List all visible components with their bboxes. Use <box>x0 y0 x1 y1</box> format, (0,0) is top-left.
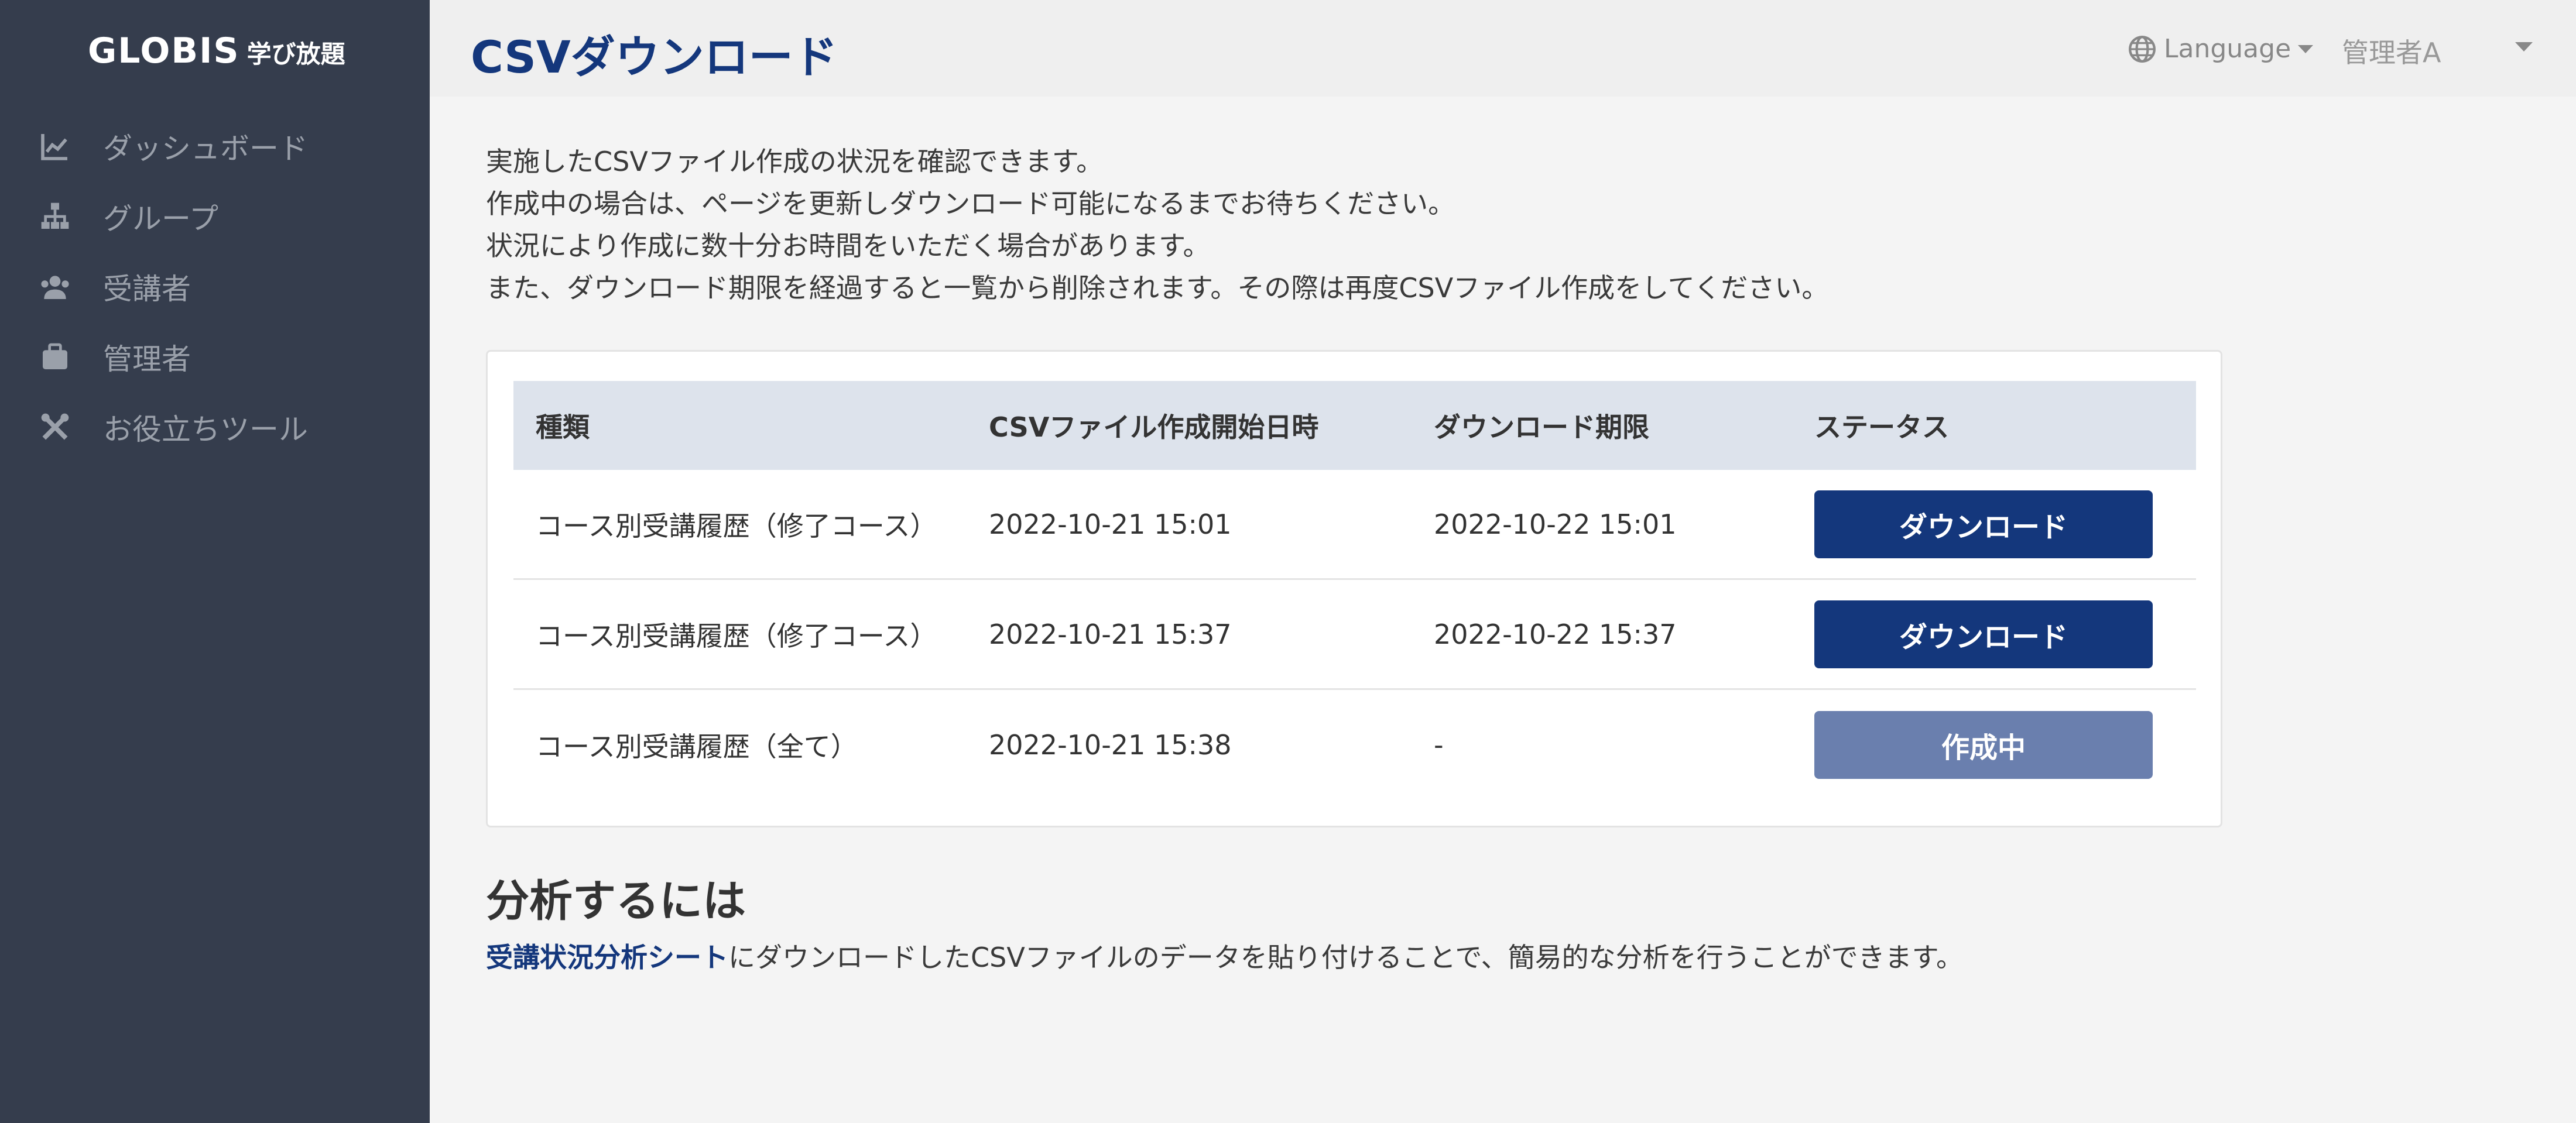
language-label: Language <box>2164 34 2291 64</box>
language-dropdown[interactable]: Language <box>2128 34 2314 64</box>
column-header-expires: ダウンロード期限 <box>1434 411 1649 443</box>
sidebar-item-learners[interactable]: 受講者 <box>0 252 430 322</box>
cell-created: 2022-10-21 15:01 <box>989 508 1232 540</box>
intro-line: 作成中の場合は、ページを更新しダウンロード可能になるまでお待ちください。 <box>486 188 1455 219</box>
csv-table: 種類 CSVファイル作成開始日時 ダウンロード期限 ステータス コース別受講履歴… <box>513 381 2196 800</box>
sidebar-item-admins[interactable]: 管理者 <box>0 322 430 392</box>
user-menu-label[interactable]: 管理者A <box>2342 32 2441 70</box>
sidebar: GLOBIS 学び放題 ダッシュボード グループ 受講者 管理者 お役立ちツール <box>0 0 430 1123</box>
sidebar-item-label: グループ <box>103 202 218 236</box>
analysis-text: にダウンロードしたCSVファイルのデータを貼り付けることで、簡易的な分析を行うこ… <box>728 942 1963 973</box>
brand-sub: 学び放題 <box>246 40 345 68</box>
cell-created: 2022-10-21 15:37 <box>989 618 1232 650</box>
cell-expires: - <box>1434 729 1444 761</box>
intro-line: また、ダウンロード期限を経過すると一覧から削除されます。その際は再度CSVファイ… <box>486 272 1829 304</box>
sitemap-icon <box>39 200 71 233</box>
table-row: コース別受講履歴（全て） 2022-10-21 15:38 - 作成中 <box>513 690 2196 800</box>
csv-list-card: 種類 CSVファイル作成開始日時 ダウンロード期限 ステータス コース別受講履歴… <box>486 350 2222 827</box>
cell-type: コース別受講履歴（修了コース） <box>536 510 937 542</box>
globe-icon <box>2129 35 2156 63</box>
intro-line: 状況により作成に数十分お時間をいただく場合があります。 <box>486 230 1210 262</box>
intro-line: 実施したCSVファイル作成の状況を確認できます。 <box>486 146 1104 177</box>
download-button[interactable]: ダウンロード <box>1814 600 2153 668</box>
download-button[interactable]: ダウンロード <box>1814 490 2153 558</box>
table-header-row: 種類 CSVファイル作成開始日時 ダウンロード期限 ステータス <box>513 381 2196 470</box>
table-row: コース別受講履歴（修了コース） 2022-10-21 15:37 2022-10… <box>513 580 2196 690</box>
cell-type: コース別受講履歴（全て） <box>536 731 858 763</box>
briefcase-icon <box>39 341 71 373</box>
sidebar-item-group[interactable]: グループ <box>0 181 430 252</box>
table-row: コース別受講履歴（修了コース） 2022-10-21 15:01 2022-10… <box>513 470 2196 580</box>
sidebar-nav: ダッシュボード グループ 受講者 管理者 お役立ちツール <box>0 111 430 462</box>
sidebar-item-label: 受講者 <box>103 272 191 306</box>
analysis-sheet-link[interactable]: 受講状況分析シート <box>486 942 728 973</box>
column-header-type: 種類 <box>536 411 590 443</box>
cell-created: 2022-10-21 15:38 <box>989 729 1232 761</box>
sidebar-item-label: お役立ちツール <box>103 413 308 447</box>
analysis-description: 受講状況分析シートにダウンロードしたCSVファイルのデータを貼り付けることで、簡… <box>486 936 1963 975</box>
cell-expires: 2022-10-22 15:01 <box>1434 508 1677 540</box>
chevron-down-icon <box>2298 44 2314 53</box>
analysis-title: 分析するには <box>486 876 746 926</box>
intro-text: 実施したCSVファイル作成の状況を確認できます。 作成中の場合は、ページを更新し… <box>486 140 2359 309</box>
sidebar-item-label: ダッシュボード <box>103 132 308 166</box>
top-header: CSVダウンロード Language 管理者A <box>430 0 2576 97</box>
sidebar-item-dashboard[interactable]: ダッシュボード <box>0 111 430 181</box>
sidebar-item-tools[interactable]: お役立ちツール <box>0 392 430 462</box>
chart-line-icon <box>39 130 71 163</box>
creating-status-button: 作成中 <box>1814 711 2153 779</box>
column-header-created: CSVファイル作成開始日時 <box>989 411 1319 443</box>
column-header-status: ステータス <box>1814 411 1949 443</box>
sidebar-item-label: 管理者 <box>103 342 191 376</box>
user-menu-caret-icon[interactable] <box>2515 42 2533 51</box>
page-title: CSVダウンロード <box>471 31 838 83</box>
users-icon <box>39 270 71 303</box>
cell-expires: 2022-10-22 15:37 <box>1434 618 1677 650</box>
brand-name: GLOBIS <box>88 30 240 71</box>
brand-logo[interactable]: GLOBIS 学び放題 <box>88 30 345 71</box>
cell-type: コース別受講履歴（修了コース） <box>536 620 937 652</box>
tools-icon <box>39 411 71 444</box>
